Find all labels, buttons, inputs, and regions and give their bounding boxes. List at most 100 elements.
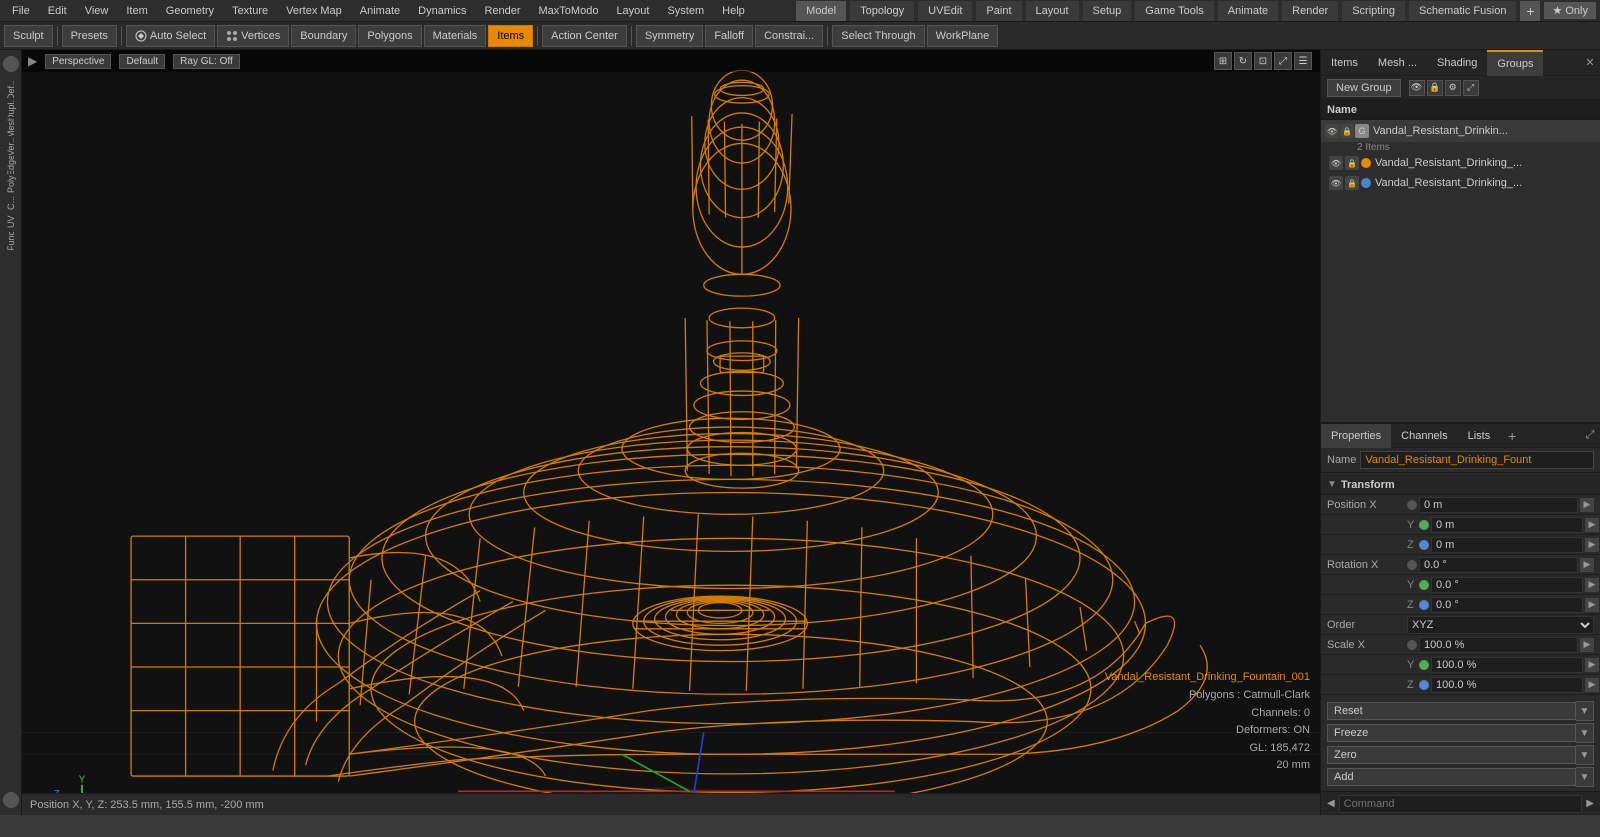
tab-scripting[interactable]: Scripting [1342, 1, 1405, 21]
pos-z-btn[interactable]: ▶ [1585, 538, 1599, 552]
item2-lock-icon[interactable]: 🔒 [1345, 176, 1359, 190]
vp-icon-refresh[interactable]: ↻ [1234, 52, 1252, 70]
menu-vertex-map[interactable]: Vertex Map [278, 3, 350, 19]
group-icon-lock[interactable]: 🔒 [1427, 80, 1443, 96]
tab-setup[interactable]: Setup [1083, 1, 1132, 21]
rot-x-input[interactable] [1419, 557, 1578, 573]
order-select[interactable]: XYZ XZY YXZ YZX ZXY ZYX [1407, 616, 1594, 634]
pos-y-input[interactable] [1431, 517, 1583, 533]
tab-groups[interactable]: Groups [1487, 50, 1543, 76]
menu-item[interactable]: Item [118, 3, 155, 19]
pos-z-input[interactable] [1431, 537, 1583, 553]
tab-topology[interactable]: Topology [850, 1, 914, 21]
vp-icon-menu[interactable]: ☰ [1294, 52, 1312, 70]
sidebar-item-mesh[interactable]: Mesh [1, 118, 21, 136]
sculpt-button[interactable]: Sculpt [4, 25, 53, 47]
rot-z-input[interactable] [1431, 597, 1583, 613]
props-tab-lists[interactable]: Lists [1458, 424, 1501, 448]
sidebar-circle-bottom[interactable] [3, 792, 19, 808]
sidebar-item-ver[interactable]: Ver... [1, 137, 21, 155]
group-eye-icon[interactable]: 👁 [1325, 124, 1339, 138]
tab-mesh[interactable]: Mesh ... [1368, 50, 1427, 76]
scale-x-input[interactable] [1419, 637, 1578, 653]
workplane-button[interactable]: WorkPlane [927, 25, 999, 47]
viewport-area[interactable]: ▶ Perspective Default Ray GL: Off ⊞ ↻ ⊡ … [22, 50, 1320, 815]
sidebar-item-edge[interactable]: Edge [1, 156, 21, 174]
reset-arrow[interactable]: ▼ [1576, 701, 1594, 721]
tab-uvedit[interactable]: UVEdit [918, 1, 972, 21]
add-arrow[interactable]: ▼ [1576, 767, 1594, 787]
group-lock-icon[interactable]: 🔒 [1340, 124, 1354, 138]
vp-icon-grid[interactable]: ⊞ [1214, 52, 1232, 70]
auto-select-button[interactable]: Auto Select [126, 25, 215, 47]
group-item-1[interactable]: 👁 🔒 Vandal_Resistant_Drinking_... [1321, 153, 1600, 173]
reset-button[interactable]: Reset [1327, 702, 1576, 720]
add-mode-button[interactable]: + [1520, 1, 1540, 21]
group-row-main[interactable]: 👁 🔒 G Vandal_Resistant_Drinkin... [1321, 120, 1600, 142]
tab-layout[interactable]: Layout [1026, 1, 1079, 21]
zero-button[interactable]: Zero [1327, 746, 1576, 764]
rot-y-input[interactable] [1431, 577, 1583, 593]
vp-icon-expand[interactable]: ⤢ [1274, 52, 1292, 70]
item1-eye-icon[interactable]: 👁 [1329, 156, 1343, 170]
freeze-button[interactable]: Freeze [1327, 724, 1576, 742]
pos-y-btn[interactable]: ▶ [1585, 518, 1599, 532]
cmd-right-arrow[interactable]: ▶ [1586, 798, 1594, 809]
vp-icon-camera[interactable]: ⊡ [1254, 52, 1272, 70]
menu-render[interactable]: Render [476, 3, 528, 19]
sidebar-item-poly[interactable]: Poly [1, 175, 21, 193]
sidebar-item-func[interactable]: Func [1, 232, 21, 250]
command-input[interactable] [1339, 795, 1583, 813]
menu-file[interactable]: File [4, 3, 38, 19]
tab-render[interactable]: Render [1282, 1, 1338, 21]
tab-paint[interactable]: Paint [976, 1, 1021, 21]
boundary-button[interactable]: Boundary [291, 25, 356, 47]
add-button[interactable]: Add [1327, 768, 1576, 786]
viewport-raygl-button[interactable]: Ray GL: Off [173, 54, 240, 69]
constraints-button[interactable]: Constrai... [755, 25, 823, 47]
group-icon-gear[interactable]: ⚙ [1445, 80, 1461, 96]
pos-x-btn[interactable]: ▶ [1580, 498, 1594, 512]
scale-y-btn[interactable]: ▶ [1585, 658, 1599, 672]
sidebar-item-c[interactable]: C... [1, 194, 21, 212]
symmetry-button[interactable]: Symmetry [636, 25, 704, 47]
group-icon-eye[interactable]: 👁 [1409, 80, 1425, 96]
menu-maxtomodo[interactable]: MaxToModo [531, 3, 607, 19]
rot-y-btn[interactable]: ▶ [1585, 578, 1599, 592]
sidebar-circle-top[interactable] [3, 56, 19, 72]
groups-list[interactable]: 👁 🔒 G Vandal_Resistant_Drinkin... 2 Item… [1321, 120, 1600, 193]
transform-header[interactable]: ▼ Transform [1321, 475, 1600, 495]
menu-edit[interactable]: Edit [40, 3, 75, 19]
props-tab-add[interactable]: + [1502, 424, 1522, 448]
action-center-button[interactable]: Action Center [542, 25, 627, 47]
presets-button[interactable]: Presets [62, 25, 117, 47]
menu-dynamics[interactable]: Dynamics [410, 3, 474, 19]
item2-eye-icon[interactable]: 👁 [1329, 176, 1343, 190]
vertices-button[interactable]: Vertices [217, 25, 289, 47]
group-icon-expand[interactable]: ⤢ [1463, 80, 1479, 96]
viewport-type-button[interactable]: Perspective [45, 54, 111, 69]
select-through-button[interactable]: Select Through [832, 25, 924, 47]
menu-texture[interactable]: Texture [224, 3, 276, 19]
items-button[interactable]: Items [488, 25, 533, 47]
freeze-arrow[interactable]: ▼ [1576, 723, 1594, 743]
group-item-2[interactable]: 👁 🔒 Vandal_Resistant_Drinking_... [1321, 173, 1600, 193]
props-tab-properties[interactable]: Properties [1321, 424, 1391, 448]
pos-x-input[interactable] [1419, 497, 1578, 513]
viewport-shading-button[interactable]: Default [119, 54, 165, 69]
name-input[interactable] [1360, 451, 1594, 469]
props-tab-channels[interactable]: Channels [1391, 424, 1457, 448]
vp-collapse[interactable]: ▶ [28, 54, 37, 68]
rot-x-btn[interactable]: ▶ [1580, 558, 1594, 572]
props-expand[interactable]: ⤢ [1580, 429, 1600, 442]
menu-geometry[interactable]: Geometry [158, 3, 222, 19]
zero-arrow[interactable]: ▼ [1576, 745, 1594, 765]
sidebar-item-uv[interactable]: UV [1, 213, 21, 231]
tab-animate[interactable]: Animate [1218, 1, 1278, 21]
menu-help[interactable]: Help [714, 3, 753, 19]
sidebar-item-dupl[interactable]: Dupl... [1, 99, 21, 117]
new-group-button[interactable]: New Group [1327, 79, 1401, 97]
scale-z-btn[interactable]: ▶ [1585, 678, 1599, 692]
rot-z-btn[interactable]: ▶ [1585, 598, 1599, 612]
tab-schematic-fusion[interactable]: Schematic Fusion [1409, 1, 1516, 21]
